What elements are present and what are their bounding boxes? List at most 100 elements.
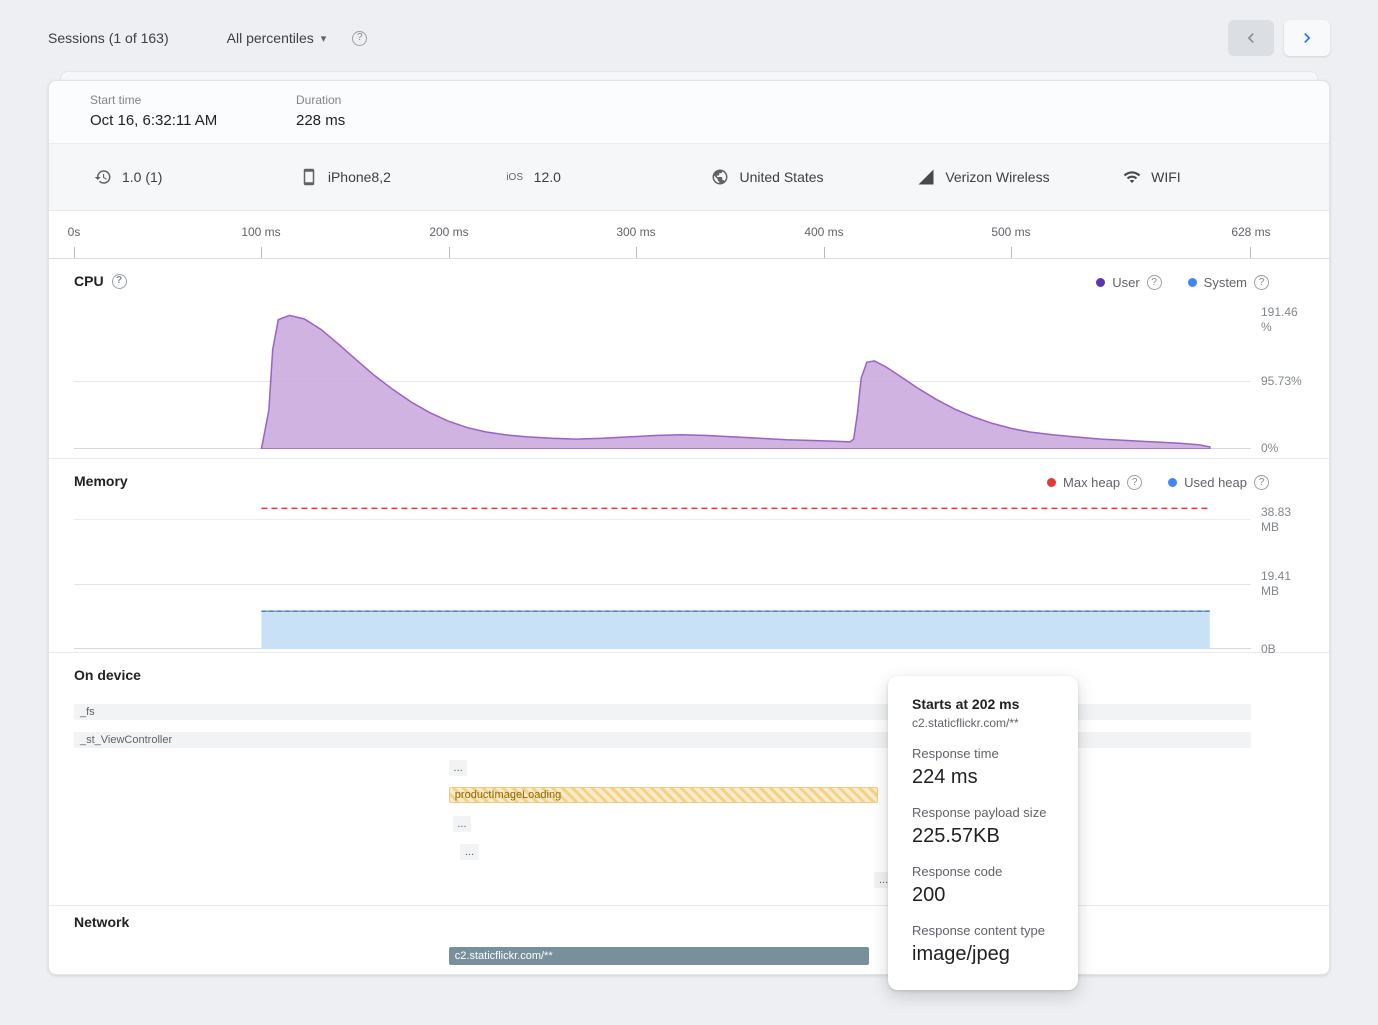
- sessions-help-icon[interactable]: ?: [352, 31, 367, 46]
- device-model-label: iPhone8,2: [328, 169, 391, 185]
- cpu-title-label: CPU: [74, 273, 104, 289]
- memory-legend: Max heap ? Used heap ?: [1047, 475, 1269, 490]
- timeline-tick-mark: [1011, 247, 1012, 258]
- timeline-tick-mark: [636, 247, 637, 258]
- duration-block: Duration 228 ms: [296, 93, 502, 143]
- session-summary: Start time Oct 16, 6:32:11 AM Duration 2…: [49, 81, 1329, 144]
- timeline-tick-mark: [824, 247, 825, 258]
- app-version-icon: [94, 168, 112, 186]
- trace-bar-collapsed[interactable]: ...: [460, 844, 479, 860]
- cpu-section-title: CPU ?: [74, 273, 127, 289]
- timeline-tick-mark: [261, 247, 262, 258]
- device-model: iPhone8,2: [300, 168, 506, 186]
- memory-section-title: Memory: [74, 473, 128, 489]
- user-help-icon[interactable]: ?: [1147, 275, 1162, 290]
- tooltip-field-value: 225.57KB: [912, 825, 1054, 848]
- start-time-value: Oct 16, 6:32:11 AM: [90, 112, 296, 129]
- used-heap-band[interactable]: [261, 611, 1209, 649]
- duration-label: Duration: [296, 93, 502, 107]
- country: United States: [711, 168, 917, 186]
- prev-session-button[interactable]: [1228, 20, 1274, 56]
- used-heap-legend-label: Used heap: [1184, 475, 1247, 490]
- memory-chart[interactable]: [74, 496, 1251, 649]
- cpu-axis-max: 191.46%: [1261, 305, 1298, 335]
- timeline-ruler: 0s 100 ms 200 ms 300 ms 400 ms 500 ms 62…: [49, 211, 1329, 259]
- country-icon: [711, 168, 729, 186]
- tooltip-field-value: image/jpeg: [912, 943, 1054, 966]
- system-legend-label: System: [1204, 275, 1247, 290]
- memory-axis-mid: 19.41MB: [1261, 569, 1291, 599]
- tooltip-field-label: Response payload size: [912, 805, 1054, 820]
- timeline-tick-label: 300 ms: [616, 225, 655, 239]
- os-version: iOS 12.0: [506, 169, 712, 185]
- cpu-help-icon[interactable]: ?: [112, 274, 127, 289]
- trace-bar-product-image-loading[interactable]: productImageLoading: [449, 787, 878, 803]
- used-heap-series-dot: [1168, 478, 1177, 487]
- tooltip-field-value: 224 ms: [912, 766, 1054, 789]
- os-version-icon: iOS: [506, 172, 524, 183]
- user-legend-label: User: [1112, 275, 1139, 290]
- percentiles-dropdown-label: All percentiles: [227, 30, 314, 46]
- trace-bar-collapsed[interactable]: ...: [449, 760, 468, 776]
- duration-value: 228 ms: [296, 112, 502, 129]
- cpu-axis-zero: 0%: [1261, 441, 1278, 456]
- memory-title-label: Memory: [74, 473, 128, 489]
- on-device-title-label: On device: [74, 667, 141, 683]
- percentiles-dropdown[interactable]: All percentiles ▾: [227, 30, 327, 46]
- network-title-label: Network: [74, 914, 129, 930]
- app-version-label: 1.0 (1): [122, 169, 162, 185]
- tooltip-field-label: Response content type: [912, 923, 1054, 938]
- tooltip-title: Starts at 202 ms: [912, 696, 1054, 712]
- cpu-user-area[interactable]: [261, 315, 1209, 449]
- used-heap-help-icon[interactable]: ?: [1254, 475, 1269, 490]
- timeline-tick-label: 100 ms: [241, 225, 280, 239]
- wifi-icon: [1123, 168, 1141, 186]
- tooltip-field-label: Response code: [912, 864, 1054, 879]
- cpu-axis-mid: 95.73%: [1261, 374, 1302, 389]
- next-session-button[interactable]: [1284, 20, 1330, 56]
- request-tooltip: Starts at 202 ms c2.staticflickr.com/** …: [888, 676, 1078, 990]
- timeline-tick-label: 628 ms: [1231, 225, 1270, 239]
- trace-bar-collapsed[interactable]: ...: [453, 816, 472, 832]
- toolbar: Sessions (1 of 163) All percentiles ▾ ?: [0, 0, 1378, 76]
- network-section-title: Network: [74, 914, 129, 930]
- on-device-section: On device _fs _st_ViewController ... pro…: [49, 653, 1329, 906]
- tooltip-field-label: Response time: [912, 746, 1054, 761]
- chevron-left-icon: [1241, 28, 1261, 48]
- session-nav: [1228, 20, 1330, 56]
- chevron-down-icon: ▾: [321, 32, 327, 45]
- country-label: United States: [739, 169, 823, 185]
- max-heap-help-icon[interactable]: ?: [1127, 475, 1142, 490]
- carrier-label: Verizon Wireless: [945, 169, 1049, 185]
- network-section: Network c2.staticflickr.com/**: [49, 906, 1329, 976]
- on-device-section-title: On device: [74, 667, 141, 683]
- network-request-bar[interactable]: c2.staticflickr.com/**: [449, 947, 869, 965]
- os-version-label: 12.0: [534, 169, 561, 185]
- carrier: Verizon Wireless: [917, 168, 1123, 186]
- timeline-tick-mark: [449, 247, 450, 258]
- max-heap-legend-label: Max heap: [1063, 475, 1120, 490]
- system-help-icon[interactable]: ?: [1254, 275, 1269, 290]
- user-series-dot: [1096, 278, 1105, 287]
- max-heap-series-dot: [1047, 478, 1056, 487]
- timeline-tick-mark: [74, 247, 75, 258]
- timeline-tick-label: 400 ms: [804, 225, 843, 239]
- radio: WIFI: [1123, 168, 1329, 186]
- system-series-dot: [1188, 278, 1197, 287]
- cpu-chart[interactable]: [74, 306, 1251, 449]
- carrier-icon: [917, 168, 935, 186]
- timeline-tick-label: 500 ms: [991, 225, 1030, 239]
- device-model-icon: [300, 168, 318, 186]
- session-card: Start time Oct 16, 6:32:11 AM Duration 2…: [48, 80, 1330, 975]
- sessions-count-label: Sessions (1 of 163): [48, 30, 169, 46]
- chevron-right-icon: [1297, 28, 1317, 48]
- cpu-section: CPU ? User ? System ? 191.46% 95.73% 0%: [49, 259, 1329, 459]
- start-time-label: Start time: [90, 93, 296, 107]
- timeline-tick-label: 0s: [68, 225, 81, 239]
- tooltip-url: c2.staticflickr.com/**: [912, 716, 1054, 730]
- tooltip-field-value: 200: [912, 884, 1054, 907]
- memory-axis-max: 38.83MB: [1261, 505, 1291, 535]
- cpu-legend: User ? System ?: [1096, 275, 1269, 290]
- timeline-tick-mark: [1250, 247, 1251, 258]
- timeline-tick-label: 200 ms: [429, 225, 468, 239]
